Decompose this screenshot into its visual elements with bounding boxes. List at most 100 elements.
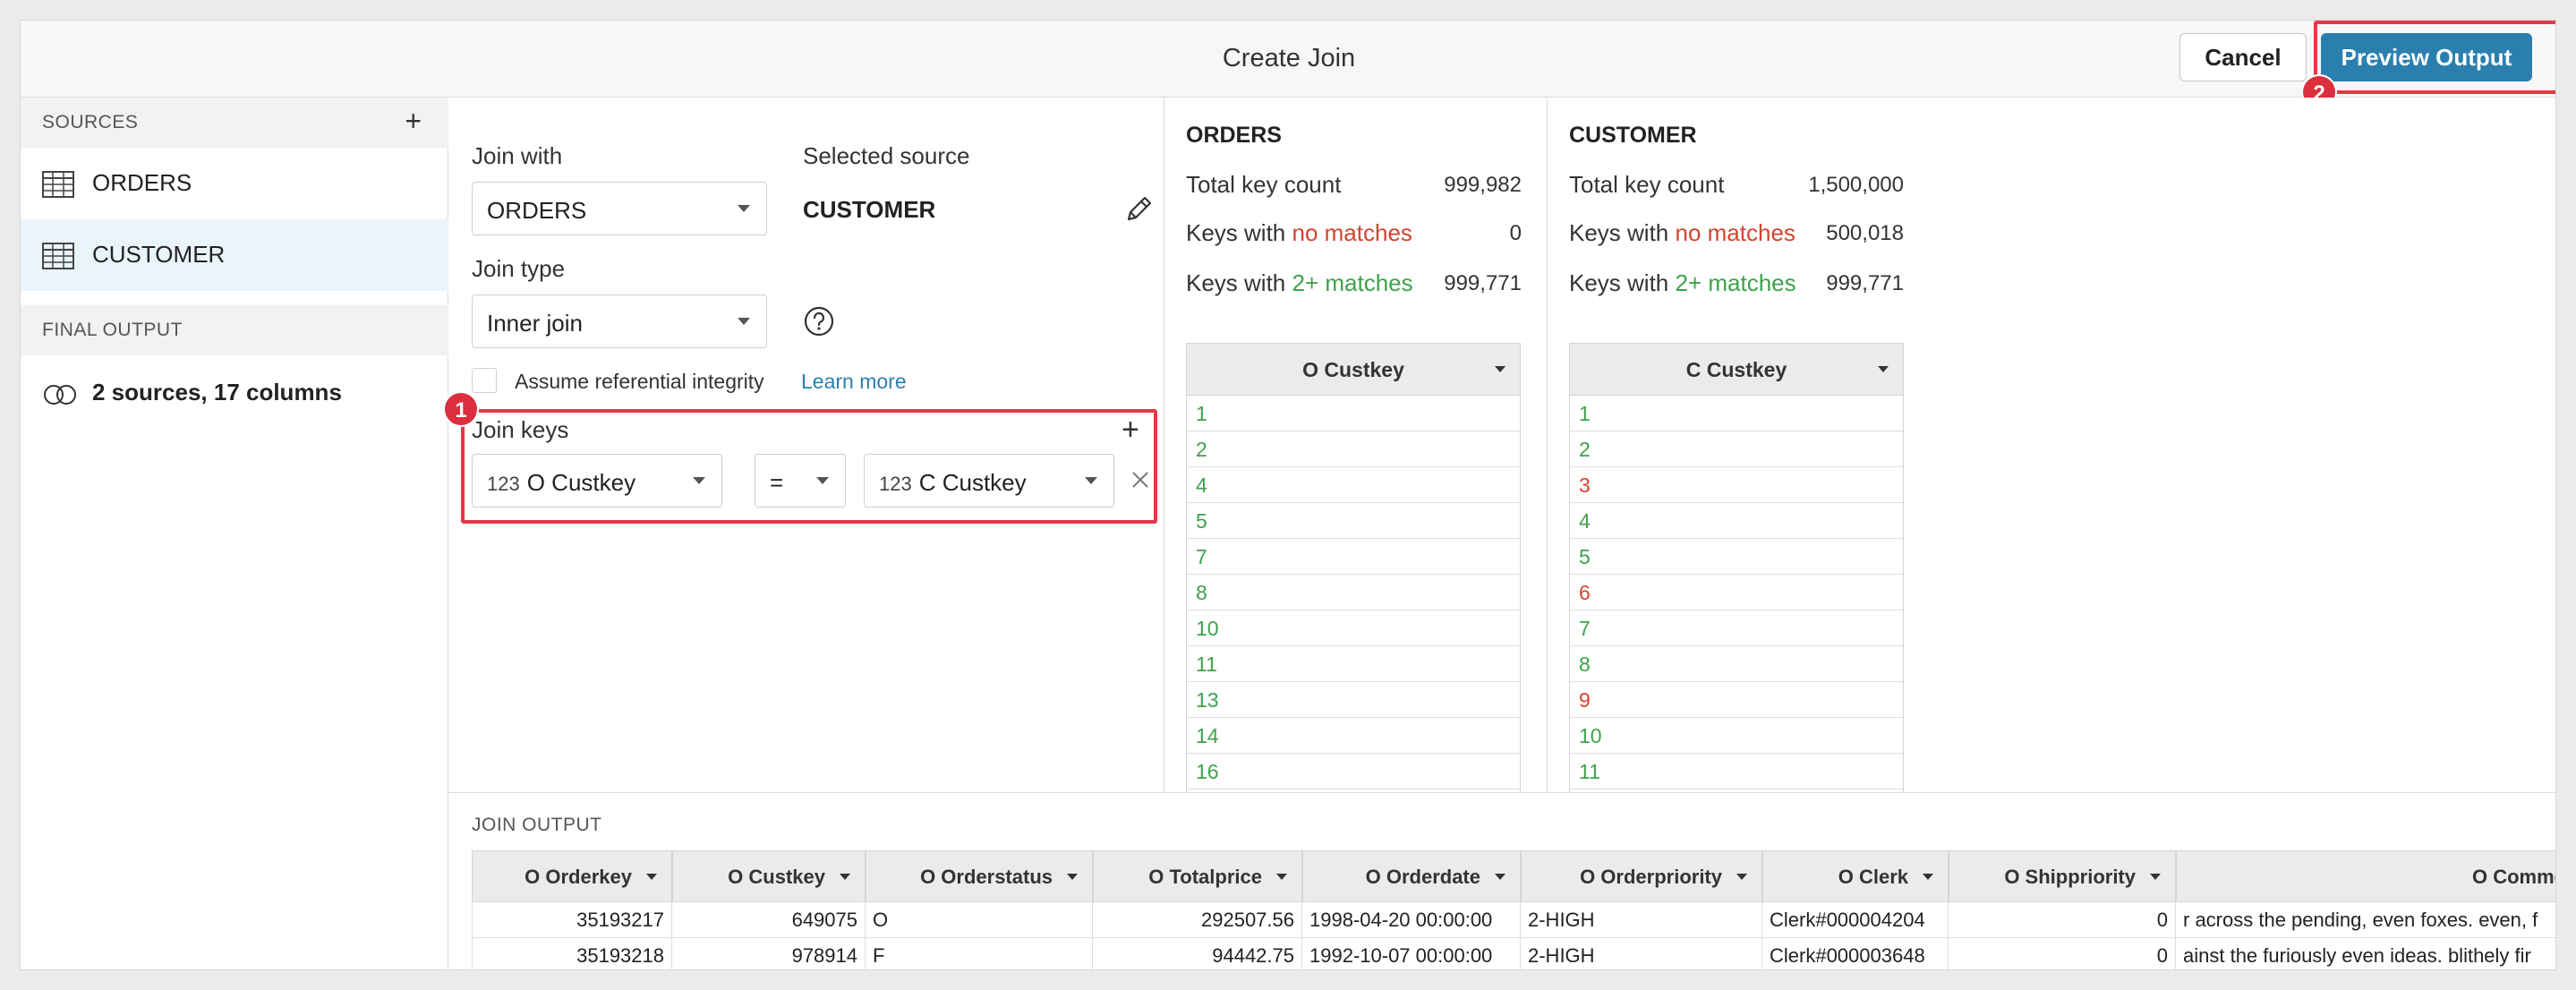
source-item-orders[interactable]: ORDERS — [21, 148, 448, 219]
chevron-down-icon — [1276, 874, 1287, 880]
output-cell: 1998-04-20 00:00:00 — [1302, 902, 1521, 938]
output-column-header[interactable]: O Orderpriority — [1521, 850, 1762, 902]
source-item-label: ORDERS — [92, 169, 192, 196]
table-icon — [42, 171, 74, 202]
output-column-header[interactable]: O Orderdate — [1302, 850, 1521, 902]
output-column-header[interactable]: O Clerk — [1762, 850, 1949, 902]
final-output-item[interactable]: 2 sources, 17 columns — [21, 357, 448, 429]
chevron-down-icon — [816, 477, 829, 484]
right-key-value: C Custkey — [918, 469, 1027, 496]
help-circle-icon[interactable] — [803, 305, 835, 342]
chevron-down-icon — [1495, 366, 1506, 372]
output-cell: 0 — [1949, 902, 2176, 938]
left-key-value: O Custkey — [526, 469, 636, 496]
remove-key-close-icon[interactable] — [1130, 470, 1150, 494]
referential-integrity-label: Assume referential integrity — [515, 370, 764, 393]
join-type-label: Join type — [472, 255, 566, 282]
left-key-select[interactable]: 123 O Custkey — [472, 454, 722, 508]
key-row: 10 — [1570, 718, 1903, 754]
chevron-down-icon — [1067, 874, 1078, 880]
output-cell: O — [866, 902, 1093, 938]
join-with-select[interactable]: ORDERS — [472, 182, 767, 235]
sources-section-header: SOURCES + — [21, 98, 448, 148]
chevron-down-icon — [1085, 477, 1097, 484]
key-row: 11 — [1570, 754, 1903, 789]
output-cell: 1992-10-07 00:00:00 — [1302, 938, 1521, 969]
key-row: 4 — [1570, 503, 1903, 539]
operator-select[interactable]: = — [755, 454, 846, 508]
join-type-value: Inner join — [487, 310, 583, 337]
output-cell: 978914 — [672, 938, 866, 969]
add-join-key-plus-icon[interactable]: + — [1122, 413, 1139, 448]
key-row: 2 — [1187, 431, 1520, 467]
customer-key-stats: CUSTOMER Total key count 1,500,000 Keys … — [1548, 98, 2555, 808]
key-row: 1 — [1187, 396, 1520, 431]
join-type-select[interactable]: Inner join — [472, 294, 767, 348]
total-key-count-label: Total key count — [1186, 171, 1342, 198]
multi-matches-label: Keys with 2+ matches — [1186, 269, 1413, 296]
join-output-label: JOIN OUTPUT — [472, 815, 602, 835]
create-join-dialog: Create Join Cancel Preview Output 2 SOUR… — [20, 20, 2556, 970]
key-row: 7 — [1570, 610, 1903, 646]
key-row: 4 — [1187, 467, 1520, 503]
output-column-header[interactable]: O Shippriority — [1949, 850, 2176, 902]
key-row: 8 — [1187, 575, 1520, 610]
orders-key-stats: ORDERS Total key count 999,982 Keys with… — [1164, 98, 1548, 808]
orders-total-key-count: 999,982 — [1444, 173, 1522, 197]
chevron-down-icon — [2150, 874, 2161, 880]
output-column-header[interactable]: O Totalprice — [1093, 850, 1302, 902]
output-cell: r across the pending, even foxes. even, … — [2176, 902, 2555, 938]
chevron-down-icon — [738, 318, 750, 325]
join-output-panel: JOIN OUTPUT O Orderkey 35193217 35193218 O … — [448, 792, 2555, 969]
chevron-down-icon — [646, 874, 657, 880]
final-output-section-header: FINAL OUTPUT — [21, 305, 448, 355]
join-config-panel: Join with ORDERS Selected source CUSTOME… — [443, 98, 1164, 792]
output-cell: 94442.75 — [1093, 938, 1302, 969]
operator-value: = — [770, 469, 784, 496]
dialog-title: Create Join — [1222, 44, 1356, 73]
output-column-header[interactable]: O Orderkey — [472, 850, 672, 902]
add-source-plus-icon[interactable]: + — [405, 105, 422, 138]
learn-more-link[interactable]: Learn more — [801, 370, 907, 394]
customer-key-column-header[interactable]: C Custkey — [1570, 344, 1903, 396]
key-row: 5 — [1187, 503, 1520, 539]
output-cell: Clerk#000004204 — [1762, 902, 1949, 938]
output-cell: 649075 — [672, 902, 866, 938]
chevron-down-icon — [840, 874, 850, 880]
customer-key-table: C Custkey 123456789101112 — [1569, 343, 1904, 808]
orders-no-matches-count: 0 — [1509, 221, 1522, 245]
orders-multi-matches-count: 999,771 — [1444, 271, 1522, 295]
final-output-summary: 2 sources, 17 columns — [92, 379, 342, 405]
key-row: 11 — [1187, 646, 1520, 682]
output-column-header[interactable]: O Custkey — [672, 850, 866, 902]
key-row: 14 — [1187, 718, 1520, 754]
dialog-header: Create Join Cancel Preview Output 2 — [21, 21, 2555, 110]
no-matches-label: Keys with no matches — [1569, 219, 1796, 246]
chevron-down-icon — [693, 477, 705, 484]
orders-stats-title: ORDERS — [1186, 123, 1282, 148]
join-circles-icon — [42, 384, 80, 410]
pencil-edit-icon[interactable] — [1123, 194, 1154, 229]
customer-total-key-count: 1,500,000 — [1808, 173, 1904, 197]
join-with-value: ORDERS — [487, 197, 587, 224]
output-column-header[interactable]: O Orderstatus — [866, 850, 1093, 902]
key-row: 7 — [1187, 539, 1520, 575]
key-row: 1 — [1570, 396, 1903, 431]
output-cell: 2-HIGH — [1521, 938, 1762, 969]
key-row: 3 — [1570, 467, 1903, 503]
sources-sidebar: SOURCES + ORDERS CUSTOMER FINAL OUTPUT 2… — [21, 98, 448, 969]
orders-key-column-header[interactable]: O Custkey — [1187, 344, 1520, 396]
right-key-select[interactable]: 123 C Custkey — [864, 454, 1114, 508]
key-row: 10 — [1187, 610, 1520, 646]
output-column-header[interactable]: O Comment — [2176, 850, 2555, 902]
cancel-button[interactable]: Cancel — [2179, 33, 2307, 81]
total-key-count-label: Total key count — [1569, 171, 1725, 198]
referential-integrity-checkbox[interactable] — [472, 368, 497, 393]
output-cell: Clerk#000003648 — [1762, 938, 1949, 969]
number-type-icon: 123 — [879, 473, 912, 495]
customer-multi-matches-count: 999,771 — [1826, 271, 1904, 295]
chevron-down-icon — [1736, 874, 1747, 880]
source-item-customer[interactable]: CUSTOMER — [21, 219, 448, 291]
chevron-down-icon — [1923, 874, 1933, 880]
number-type-icon: 123 — [487, 473, 520, 495]
